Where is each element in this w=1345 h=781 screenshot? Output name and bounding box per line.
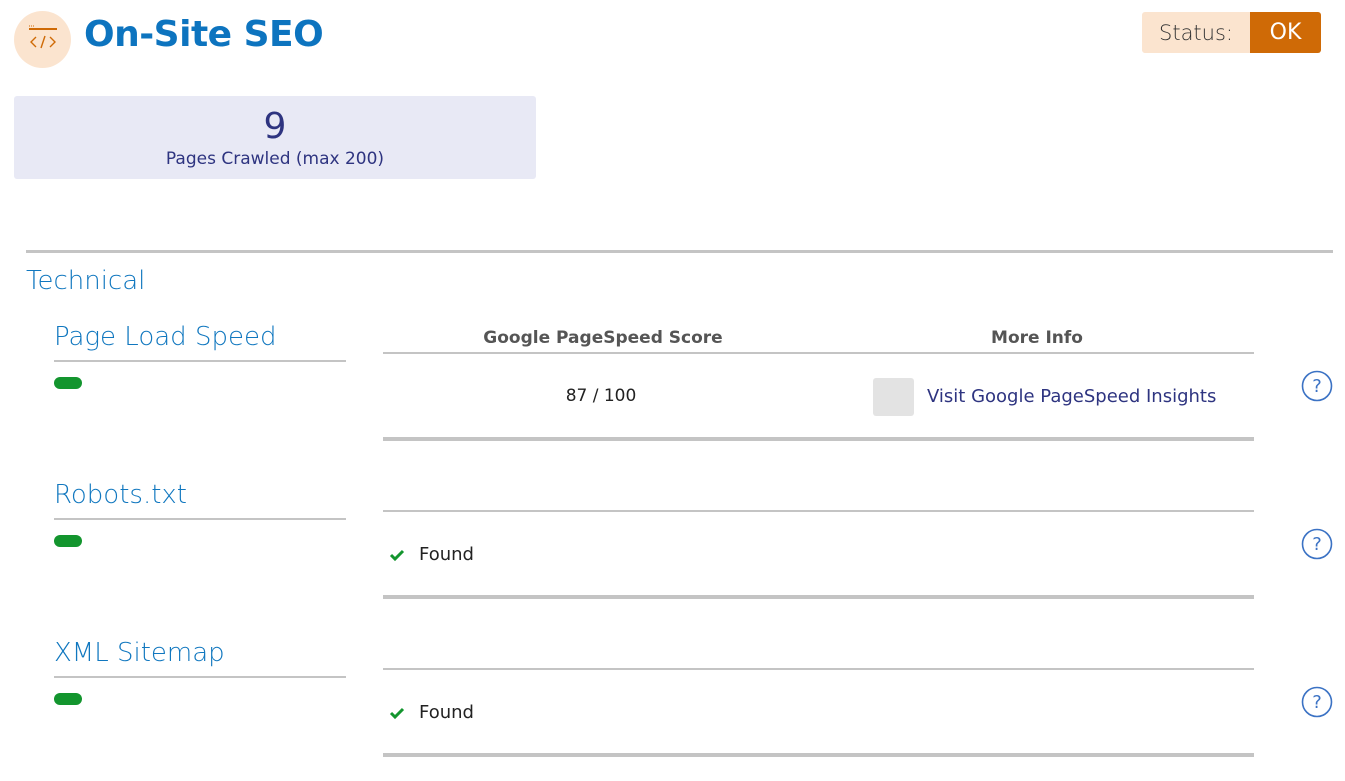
table-header-divider (383, 352, 1254, 354)
section-divider (26, 250, 1333, 253)
check-icon (389, 549, 405, 561)
column-header-more-info: More Info (991, 328, 1083, 348)
pages-crawled-count: 9 (263, 106, 287, 147)
status-badge: Status: OK (1142, 12, 1321, 53)
table-bottom-divider (383, 753, 1254, 757)
table-bottom-divider (383, 437, 1254, 441)
page-title: On-Site SEO (84, 14, 324, 55)
check-label-xml-sitemap: XML Sitemap (54, 638, 225, 668)
pagespeed-thumbnail (873, 378, 914, 416)
robots-result-text: Found (419, 544, 474, 565)
check-label-page-load-speed: Page Load Speed (54, 322, 277, 352)
status-value: OK (1250, 12, 1321, 53)
code-icon (14, 11, 71, 68)
check-underline (54, 360, 346, 362)
check-underline (54, 518, 346, 520)
table-top-divider (383, 510, 1254, 512)
pass-indicator (54, 535, 82, 547)
pass-indicator (54, 377, 82, 389)
svg-text:?: ? (1312, 376, 1322, 397)
column-header-score: Google PageSpeed Score (483, 328, 723, 348)
svg-text:?: ? (1312, 692, 1322, 713)
check-label-robots-txt: Robots.txt (54, 480, 187, 510)
status-label: Status: (1142, 12, 1250, 53)
sitemap-result-text: Found (419, 702, 474, 723)
section-title: Technical (26, 266, 146, 296)
table-top-divider (383, 668, 1254, 670)
table-bottom-divider (383, 595, 1254, 599)
check-underline (54, 676, 346, 678)
svg-text:?: ? (1312, 534, 1322, 555)
question-circle-icon[interactable]: ? (1301, 370, 1333, 402)
question-circle-icon[interactable]: ? (1301, 686, 1333, 718)
pagespeed-score: 87 / 100 (565, 386, 637, 406)
check-icon (389, 707, 405, 719)
pages-crawled-label: Pages Crawled (max 200) (165, 149, 385, 169)
pagespeed-insights-link[interactable]: Visit Google PageSpeed Insights (927, 386, 1216, 407)
robots-result: Found (389, 544, 474, 565)
pages-crawled-card: 9 Pages Crawled (max 200) (14, 96, 536, 179)
sitemap-result: Found (389, 702, 474, 723)
pass-indicator (54, 693, 82, 705)
question-circle-icon[interactable]: ? (1301, 528, 1333, 560)
